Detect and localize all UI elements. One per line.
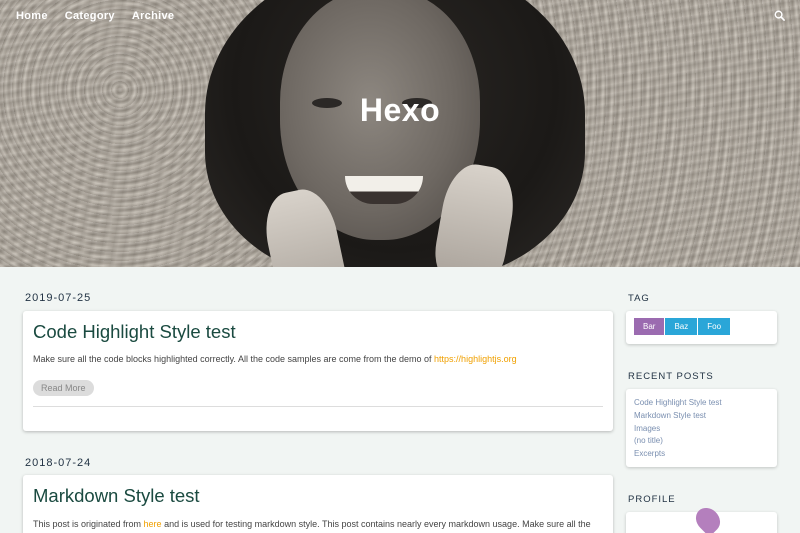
nav-category[interactable]: Category [65, 10, 115, 22]
post-card: Markdown Style test This post is origina… [23, 475, 613, 533]
recent-posts-box: Code Highlight Style test Markdown Style… [626, 389, 777, 467]
tag-bar[interactable]: Bar [634, 318, 665, 335]
tag-box: Bar Baz Foo [626, 311, 777, 344]
excerpt-text: and is used for testing markdown style. … [161, 519, 591, 529]
nav-home[interactable]: Home [16, 10, 48, 22]
tag-foo[interactable]: Foo [698, 318, 731, 335]
post-title[interactable]: Markdown Style test [33, 475, 613, 507]
recent-post-link[interactable]: Images [634, 423, 769, 436]
recent-post-link[interactable]: (no title) [634, 435, 769, 448]
divider [33, 406, 603, 407]
hero-banner: Hexo Home Category Archive [0, 0, 800, 267]
excerpt-text: Make sure all the code blocks highlighte… [33, 354, 435, 364]
top-nav: Home Category Archive [16, 10, 174, 22]
search-icon[interactable] [774, 10, 785, 21]
post-title[interactable]: Code Highlight Style test [33, 311, 613, 343]
excerpt-link[interactable]: https://highlightjs.org [434, 354, 517, 364]
recent-posts-title: RECENT POSTS [628, 371, 714, 382]
post-date: 2019-07-25 [25, 292, 92, 304]
excerpt-link[interactable]: here [144, 519, 162, 529]
post-card: Code Highlight Style test Make sure all … [23, 311, 613, 431]
post-date: 2018-07-24 [25, 457, 92, 469]
profile-title: PROFILE [628, 494, 676, 505]
tag-section-title: TAG [628, 293, 650, 304]
tag-baz[interactable]: Baz [665, 318, 698, 335]
recent-post-link[interactable]: Code Highlight Style test [634, 397, 769, 410]
post-excerpt: This post is originated from here and is… [33, 517, 613, 531]
post-excerpt: Make sure all the code blocks highlighte… [33, 352, 613, 366]
excerpt-text: This post is originated from [33, 519, 144, 529]
site-title: Hexo [359, 92, 441, 128]
recent-post-link[interactable]: Markdown Style test [634, 410, 769, 423]
recent-post-link[interactable]: Excerpts [634, 448, 769, 461]
read-more-button[interactable]: Read More [33, 380, 94, 396]
nav-archive[interactable]: Archive [132, 10, 174, 22]
